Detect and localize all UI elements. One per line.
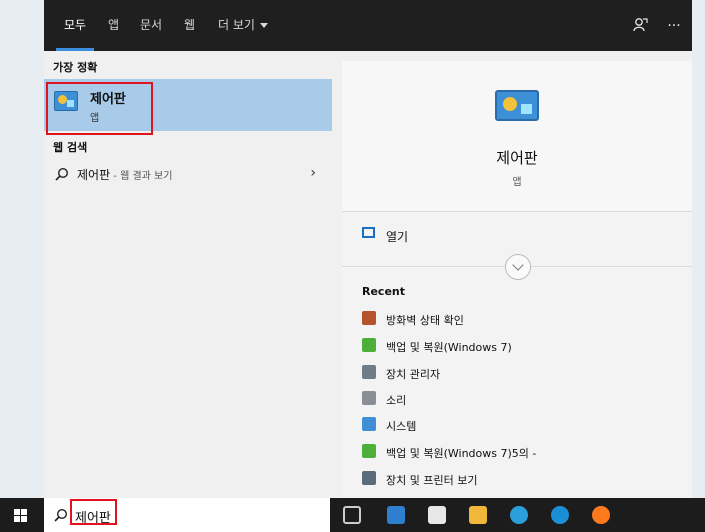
open-action[interactable]: 열기 [342,221,692,251]
recent-item-device-manager[interactable]: 장치 관리자 [342,362,692,386]
taskbar-search-box[interactable]: 제어판 [44,498,330,532]
tab-web[interactable]: 웹 [184,0,195,51]
feedback-icon[interactable] [630,16,650,36]
web-search-hint: - 웹 결과 보기 [110,171,173,182]
desktop-background-right [692,0,705,498]
chevron-right-icon[interactable]: › [310,165,316,181]
best-match-result[interactable]: 제어판 앱 [44,79,332,131]
search-input-value: 제어판 [75,511,111,526]
recent-item-system[interactable]: 시스템 [342,414,692,438]
search-icon [55,166,69,185]
app-detail-header: 제어판 앱 [342,61,692,211]
mail-icon[interactable] [387,506,405,524]
web-search-result[interactable]: 제어판 - 웹 결과 보기 › [44,161,332,187]
recent-item-firewall[interactable]: 방화벽 상태 확인 [342,308,692,332]
control-panel-large-icon [495,90,539,121]
store-icon[interactable] [428,506,446,524]
recent-item-label: 장치 관리자 [386,368,441,381]
web-search-text: 제어판 - 웹 결과 보기 [77,166,172,183]
search-filter-bar: 모두 앱 문서 웹 더 보기 ··· [44,0,692,51]
windows-start-button[interactable] [14,509,27,522]
tab-more-label: 더 보기 [218,18,255,32]
recent-item-devices-printers[interactable]: 장치 및 프린터 보기 [342,468,692,492]
tab-more[interactable]: 더 보기 [218,0,268,51]
backup-restore-icon [362,338,376,352]
firewall-icon [362,311,376,325]
expand-chevron-button[interactable] [505,254,531,280]
open-label: 열기 [386,230,409,244]
edge-icon[interactable] [510,506,528,524]
firefox-icon[interactable] [592,506,610,524]
recent-item-label: 백업 및 복원(Windows 7) [386,341,512,354]
recent-item-sound[interactable]: 소리 [342,388,692,412]
recent-item-label: 장치 및 프린터 보기 [386,474,478,487]
web-search-heading: 웹 검색 [53,141,88,154]
caret-down-icon [259,23,268,28]
recent-item-label: 시스템 [386,420,417,433]
speaker-icon [362,391,376,405]
best-match-name: 제어판 [90,92,126,107]
open-icon [362,227,375,238]
more-options-icon[interactable]: ··· [664,16,684,36]
best-match-heading: 가장 정확 [53,61,98,74]
recent-item-label: 백업 및 복원(Windows 7)5의 - [386,447,537,460]
system-icon [362,417,376,431]
detail-title: 제어판 [496,149,538,167]
web-search-query: 제어판 [77,168,111,182]
divider [342,211,692,212]
tab-documents[interactable]: 문서 [140,0,162,51]
printer-icon [362,471,376,485]
recent-item-label: 방화벽 상태 확인 [386,314,464,327]
tab-apps[interactable]: 앱 [108,0,119,51]
desktop-background [0,0,44,498]
recent-item-label: 소리 [386,394,407,407]
internet-explorer-icon[interactable] [551,506,569,524]
recent-item-backup-2[interactable]: 백업 및 복원(Windows 7)5의 - [342,441,692,465]
search-icon [54,507,68,526]
detail-subtitle: 앱 [512,177,522,188]
preview-pane: 제어판 앱 열기 Recent 방화벽 상태 확인 백업 및 복원(Window… [342,61,692,498]
control-panel-icon [54,91,78,111]
best-match-type: 앱 [90,113,100,124]
start-search-panel: 모두 앱 문서 웹 더 보기 ··· 가장 정확 제어판 앱 웹 검색 제어판 … [44,0,692,498]
file-explorer-icon[interactable] [469,506,487,524]
tab-all[interactable]: 모두 [55,0,95,51]
results-list: 가장 정확 제어판 앱 웹 검색 제어판 - 웹 결과 보기 › [44,51,342,498]
recent-heading: Recent [362,285,406,298]
recent-item-backup[interactable]: 백업 및 복원(Windows 7) [342,335,692,359]
device-manager-icon [362,365,376,379]
task-view-icon[interactable] [343,506,361,524]
backup-restore-icon [362,444,376,458]
taskbar: 제어판 [0,498,705,532]
